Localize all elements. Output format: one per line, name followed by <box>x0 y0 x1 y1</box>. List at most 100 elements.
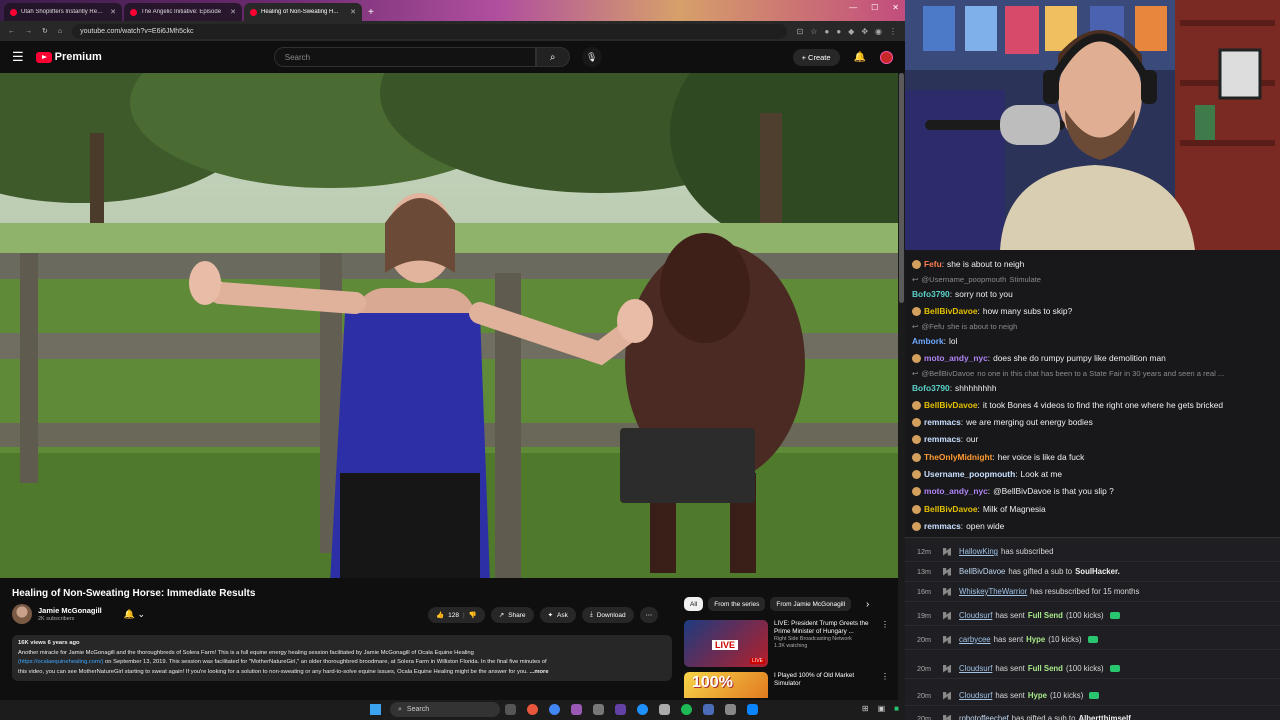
chat-username[interactable]: @BellBivDavoe <box>921 369 974 378</box>
chat-username[interactable]: BellBivDavoe <box>924 400 978 410</box>
description-box[interactable]: 16K views 6 years ago Another miracle fo… <box>12 635 672 681</box>
download-button[interactable]: ⤓ Download <box>581 607 634 623</box>
event-username[interactable]: Cloudsurf <box>959 691 992 700</box>
recommendation-title[interactable]: I Played 100% of Old Market Simulator <box>774 672 875 688</box>
app-icon[interactable] <box>703 704 714 715</box>
reload-icon[interactable]: ↻ <box>42 27 48 35</box>
video-thumbnail[interactable]: 100% <box>684 672 768 698</box>
extension-icon[interactable]: ● <box>824 27 829 36</box>
app-icon[interactable] <box>747 704 758 715</box>
minimize-icon[interactable]: — <box>849 3 857 12</box>
like-button[interactable]: 👍 128 | 👎 <box>428 607 485 623</box>
chat-username[interactable]: BellBivDavoe <box>924 306 978 316</box>
close-tab-icon[interactable]: ✕ <box>350 8 356 16</box>
subscription-bell-icon[interactable]: 🔔 ⌄ <box>124 609 145 620</box>
notifications-bell-icon[interactable]: 🔔 <box>854 52 866 63</box>
task-view-icon[interactable] <box>505 704 516 715</box>
description-link[interactable]: (https://ocalaequinehealing.com/) <box>18 659 103 665</box>
event-username[interactable]: HallowKing <box>959 547 998 556</box>
hamburger-menu-icon[interactable]: ☰ <box>12 49 24 65</box>
recommended-video[interactable]: 100% I Played 100% of Old Market Simulat… <box>684 672 889 698</box>
event-username[interactable]: WhiskeyTheWarrior <box>959 587 1027 596</box>
app-icon[interactable] <box>725 704 736 715</box>
event-username[interactable]: BellBivDavoe <box>959 567 1005 576</box>
scrollbar-thumb[interactable] <box>899 73 904 303</box>
taskbar-search[interactable]: ⌕ Search <box>390 702 500 717</box>
event-username[interactable]: robotoffeechef <box>959 714 1009 720</box>
back-icon[interactable]: ← <box>8 28 15 35</box>
event-username[interactable]: Cloudsurf <box>959 664 992 673</box>
chat-username[interactable]: moto_andy_nyc <box>924 353 988 363</box>
new-tab-icon[interactable]: + <box>368 7 374 18</box>
chat-username[interactable]: BellBivDavoe <box>924 504 978 514</box>
app-icon[interactable] <box>571 704 582 715</box>
browser-tab-active[interactable]: Healing of Non-Sweating H... ✕ <box>244 3 362 21</box>
browser-icon[interactable] <box>549 704 560 715</box>
chip-from-series[interactable]: From the series <box>708 597 766 611</box>
network-icon[interactable]: ⊞ <box>862 704 869 713</box>
browser-tab[interactable]: The Angelic Initiative: Episode ✕ <box>124 3 242 21</box>
address-bar: ← → ↻ ⌂ youtube.com/watch?v=E6i6JMh5ckc … <box>0 21 905 41</box>
close-window-icon[interactable]: ✕ <box>892 3 899 12</box>
youtube-logo[interactable]: Premium <box>35 51 102 63</box>
chat-username[interactable]: Bofo3790 <box>912 289 950 299</box>
bookmark-star-icon[interactable]: ☆ <box>810 27 817 36</box>
close-tab-icon[interactable]: ✕ <box>230 8 236 16</box>
event-username[interactable]: carbycee <box>959 635 991 644</box>
volume-icon[interactable]: ▣ <box>878 704 886 713</box>
chat-username[interactable]: Bofo3790 <box>912 383 950 393</box>
spotify-icon[interactable] <box>681 704 692 715</box>
chat-username[interactable]: moto_andy_nyc <box>924 486 988 496</box>
chevron-right-icon[interactable]: › <box>866 599 869 610</box>
more-vertical-icon[interactable]: ⋮ <box>881 620 889 667</box>
share-button[interactable]: ↗ Share <box>490 607 534 623</box>
forward-icon[interactable]: → <box>25 28 32 35</box>
show-more-link[interactable]: ...more <box>530 669 549 675</box>
recommendation-title[interactable]: LIVE: President Trump Greets the Prime M… <box>774 620 875 636</box>
chat-username[interactable]: Fefu <box>924 259 942 269</box>
chip-all[interactable]: All <box>684 597 704 611</box>
edge-icon[interactable] <box>637 704 648 715</box>
channel-avatar[interactable] <box>12 604 32 624</box>
chat-username[interactable]: Ambork <box>912 336 944 346</box>
video-player[interactable] <box>0 73 898 578</box>
chat-username[interactable]: TheOnlyMidnight <box>924 452 992 462</box>
thumbs-down-icon[interactable]: 👎 <box>469 611 477 619</box>
channel-name[interactable]: Jamie McGonagill <box>38 606 102 615</box>
url-field[interactable]: youtube.com/watch?v=E6i6JMh5ckc <box>72 23 787 39</box>
event-username[interactable]: Cloudsurf <box>959 611 992 620</box>
app-icon[interactable] <box>659 704 670 715</box>
chat-username[interactable]: remmacs <box>924 521 961 531</box>
extension-icon[interactable]: ● <box>836 27 841 36</box>
search-input[interactable]: Search <box>273 47 536 67</box>
account-avatar[interactable] <box>880 50 893 64</box>
voice-search-button[interactable]: 🎙 <box>581 47 602 67</box>
maximize-icon[interactable]: ☐ <box>871 3 878 12</box>
profile-icon[interactable]: ◉ <box>875 27 882 36</box>
close-tab-icon[interactable]: ✕ <box>110 8 116 16</box>
install-icon[interactable]: ⊡ <box>797 27 804 36</box>
ask-button[interactable]: ✦ Ask <box>539 607 576 623</box>
chrome-icon[interactable] <box>527 704 538 715</box>
puzzle-icon[interactable]: ✥ <box>861 27 868 36</box>
home-icon[interactable]: ⌂ <box>58 28 62 35</box>
chat-username[interactable]: remmacs <box>924 434 961 444</box>
browser-tab[interactable]: Utah Shoplifters Instantly Regr... ✕ <box>4 3 122 21</box>
windows-start-icon[interactable] <box>370 704 381 715</box>
app-icon[interactable] <box>593 704 604 715</box>
extension-icon[interactable]: ◆ <box>848 27 854 36</box>
search-button[interactable]: ⌕ <box>535 47 570 67</box>
chip-from-channel[interactable]: From Jamie McGonagill <box>770 597 852 611</box>
more-actions-button[interactable]: ⋯ <box>639 607 659 623</box>
chat-username[interactable]: remmacs <box>924 417 961 427</box>
recommended-video[interactable]: LIVE LIVE LIVE: President Trump Greets t… <box>684 620 889 667</box>
chat-username[interactable]: Username_poopmouth <box>924 469 1015 479</box>
twitch-icon[interactable] <box>615 704 626 715</box>
video-thumbnail[interactable]: LIVE LIVE <box>684 620 768 667</box>
more-vertical-icon[interactable]: ⋮ <box>881 672 889 698</box>
chat-username[interactable]: @Username_poopmouth <box>921 275 1006 284</box>
app-tray-icon[interactable]: ■ <box>894 704 899 713</box>
create-button[interactable]: + Create <box>792 48 840 66</box>
browser-menu-icon[interactable]: ⋮ <box>889 27 897 36</box>
chat-username[interactable]: @Fefu <box>921 322 944 331</box>
